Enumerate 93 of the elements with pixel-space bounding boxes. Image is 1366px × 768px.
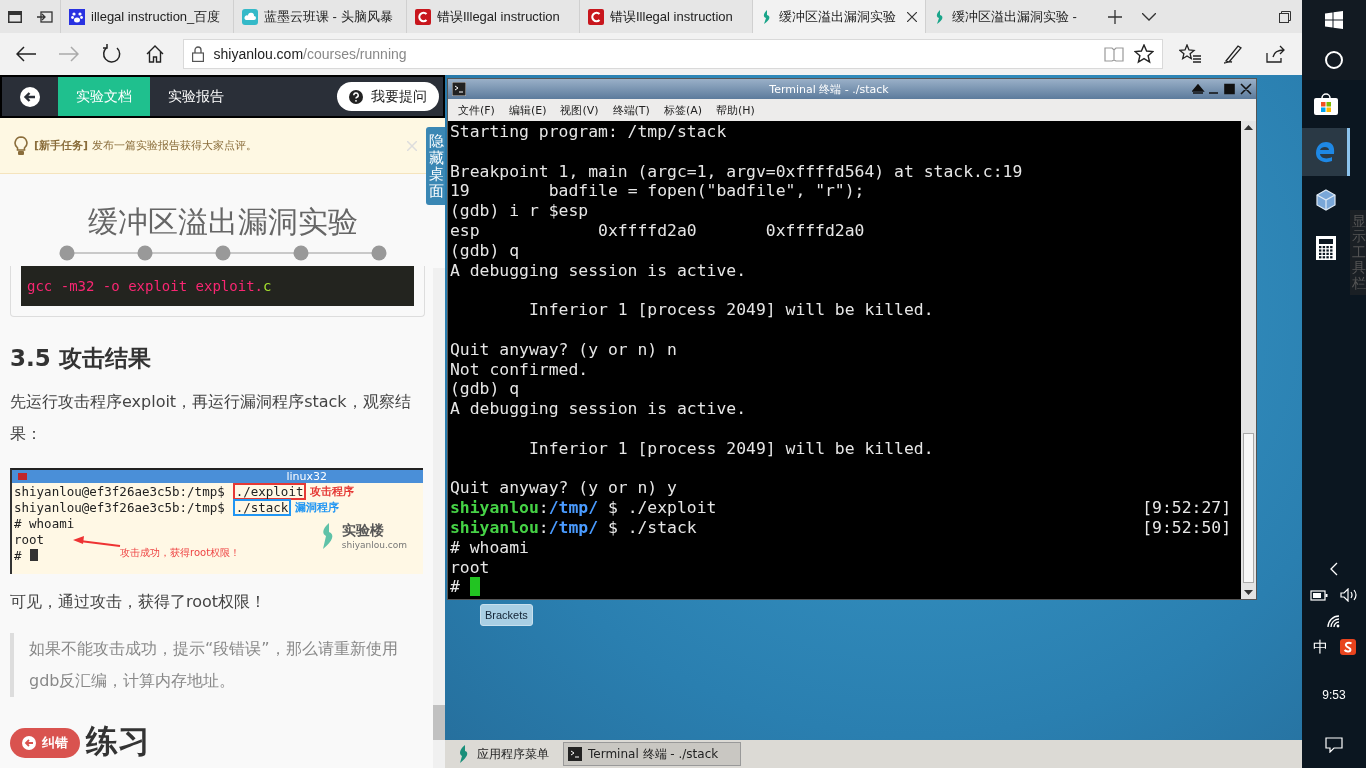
window-controls-icon[interactable]	[1192, 83, 1252, 95]
section-heading: 3.5 攻击结果	[10, 344, 152, 373]
window-icon	[18, 473, 27, 480]
search-icon[interactable]	[1302, 40, 1366, 80]
terminal-line: Quit anyway? (y or n) y	[450, 478, 677, 499]
cursor	[469, 577, 480, 597]
window-title: linux32	[286, 470, 327, 483]
terminal-line: (gdb) i r $esp	[450, 201, 589, 221]
cursor	[29, 549, 38, 561]
report-error-button[interactable]: 纠错	[10, 728, 80, 758]
terminal-line: shiyanlou@ef3f26ae3c5b:/tmp$	[14, 499, 225, 515]
menu-item[interactable]: 编辑(E)	[508, 102, 547, 118]
cube-icon	[1314, 188, 1338, 212]
terminal-line: root	[14, 531, 45, 547]
timestamp: [9:52:27]	[1142, 498, 1231, 518]
terminal-line: shiyanlou@ef3f26ae3c5b:/tmp$	[14, 483, 225, 499]
windows-start-icon[interactable]	[1302, 0, 1366, 40]
highlighted-command: ./stack	[232, 498, 292, 516]
arrow-icon	[72, 535, 122, 549]
close-icon[interactable]	[907, 11, 917, 22]
terminal-line: Not confirmed.	[450, 359, 589, 380]
terminal-line: A debugging session is active.	[450, 399, 747, 419]
annotation: 攻击程序	[310, 483, 355, 499]
highlighted-command: ./exploit	[232, 482, 307, 500]
scroll-up-icon[interactable]	[1244, 124, 1253, 130]
notification-icon[interactable]	[1325, 737, 1343, 753]
terminal-icon	[452, 82, 466, 96]
arrow-left-icon	[22, 736, 36, 750]
browser-tab[interactable]: 缓冲区溢出漏洞实验	[752, 0, 925, 33]
prompt-line: shiyanlou:/tmp/ $ ./stack	[450, 517, 697, 538]
lock-icon	[191, 46, 204, 62]
menu-item[interactable]: 视图(V)	[560, 102, 599, 118]
section-heading: 练习	[86, 723, 151, 759]
terminal-line: # whoami	[450, 537, 529, 558]
prompt-line: shiyanlou:/tmp/ $ ./exploit	[450, 498, 717, 518]
taskbar-app-button[interactable]	[1302, 128, 1350, 176]
terminal-line: (gdb) q	[450, 379, 520, 400]
doc-title: 缓冲区溢出漏洞实验	[86, 203, 359, 241]
taskbar-window-button[interactable]: Terminal 终端 - ./stack	[563, 742, 741, 766]
terminal-line: Quit anyway? (y or n) n	[450, 339, 677, 360]
paragraph: 可见，通过攻击，获得了root权限！	[10, 592, 268, 613]
wifi-icon[interactable]	[1326, 614, 1342, 628]
scroll-down-icon[interactable]	[1244, 590, 1253, 596]
lightbulb-icon	[14, 135, 28, 156]
chevron-left-icon[interactable]	[1330, 562, 1338, 576]
c-logo-icon	[588, 8, 604, 25]
star-icon[interactable]	[1133, 44, 1154, 64]
menu-item[interactable]: 标签(A)	[663, 102, 702, 118]
scrollbar-thumb[interactable]	[433, 705, 445, 740]
menu-item[interactable]: 终端(T)	[612, 102, 650, 118]
code-block: gcc -m32 -o exploit exploit.c	[21, 266, 414, 306]
volume-icon[interactable]	[1340, 588, 1358, 602]
terminal-line: 19 badfile = fopen("badfile", "r");	[450, 181, 865, 202]
notice-text: [新手任务] 发布一篇实验报告获得大家点评。	[34, 138, 257, 153]
cloud-icon	[242, 8, 258, 25]
app-menu-button[interactable]: 应用程序菜单	[451, 744, 555, 764]
annotation: 漏洞程序	[295, 499, 340, 515]
ask-button[interactable]: 我要提问	[337, 82, 439, 111]
address-field[interactable]: shiyanlou.com/courses/running	[182, 39, 1163, 69]
question-icon	[349, 89, 363, 104]
hide-desktop-tab[interactable]: 隐藏桌面	[426, 127, 445, 205]
terminal-line: root	[450, 557, 490, 578]
terminal-line: Inferior 1 [process 2049] will be killed.	[527, 300, 934, 320]
store-icon	[1314, 93, 1338, 115]
annotation: 攻击成功，获得root权限！	[120, 546, 241, 560]
desktop-icon-label[interactable]: Brackets	[480, 604, 533, 626]
terminal-line: A debugging session is active.	[450, 260, 747, 281]
terminal-line: Breakpoint 1, main (argc=1, argv=0xffffd564) at stack.c:19	[450, 161, 1023, 182]
logo-text: 实验楼	[341, 522, 385, 540]
terminal-icon	[568, 747, 582, 761]
doc-tab[interactable]: 实验报告	[150, 77, 242, 116]
terminal-line: (gdb) q	[450, 240, 520, 261]
terminal-line: Inferior 1 [process 2049] will be killed.	[527, 438, 934, 459]
menu-item[interactable]: 文件(F)	[458, 102, 495, 118]
blockquote: 如果不能攻击成功，提示“段错误”，那么请重新使用gdb反汇编，计算内存地址。	[10, 633, 423, 697]
calculator-icon	[1316, 236, 1336, 260]
clock[interactable]: 9:53	[1302, 688, 1366, 702]
terminal-line: esp 0xffffd2a0 0xffffd2a0	[450, 221, 865, 241]
logo-url: shiyanlou.com	[341, 540, 407, 550]
battery-icon[interactable]	[1310, 589, 1328, 601]
c-logo-icon	[415, 8, 431, 25]
window-title: Terminal 终端 - ./stack	[768, 81, 890, 97]
paragraph: 先运行攻击程序exploit，再运行漏洞程序stack，观察结果：	[10, 391, 412, 445]
timestamp: [9:52:50]	[1142, 517, 1231, 538]
menu-item[interactable]: 帮助(H)	[716, 102, 755, 118]
paw-icon	[69, 8, 85, 25]
terminal-line: #	[450, 577, 460, 598]
input-method-indicator[interactable]: 中	[1312, 637, 1328, 657]
input-method-icon[interactable]	[1339, 639, 1356, 655]
scrollbar-thumb[interactable]	[1243, 433, 1254, 583]
terminal-line: #	[14, 547, 22, 563]
terminal-line: Starting program: /tmp/stack	[450, 122, 727, 142]
terminal-line: # whoami	[14, 515, 75, 531]
